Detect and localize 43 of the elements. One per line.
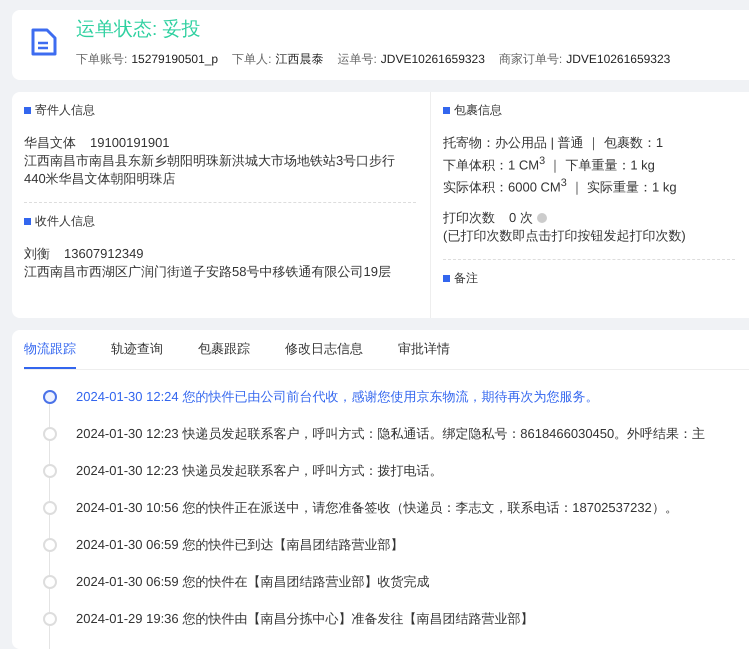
- waybill-status: 运单状态: 妥投: [76, 18, 202, 42]
- contact-phone: 19100191901: [90, 135, 170, 150]
- field-value: JDVE10261659323: [566, 52, 670, 66]
- section-title: 收件人信息: [35, 213, 95, 230]
- tab[interactable]: 物流跟踪: [24, 330, 76, 369]
- tracking-event: 2024-01-30 06:59 您的快件在【南昌团结路营业部】收货完成: [76, 572, 430, 590]
- field-label: 下单人:: [232, 52, 272, 66]
- print-count-note: (已打印次数即点击打印按钮发起打印次数): [443, 226, 687, 245]
- section-marker-icon: [443, 107, 450, 114]
- section-title: 寄件人信息: [35, 102, 95, 119]
- tracking-event: 2024-01-30 12:23 快递员发起联系客户，呼叫方式：隐私通话。绑定隐私号：8618466030450。外呼结果：主: [76, 424, 706, 442]
- section-title: 包裹信息: [454, 102, 502, 119]
- field-value: JDVE10261659323: [380, 52, 485, 66]
- address-text: 江西南昌市南昌县东新乡朝阳明珠新洪城大市场地铁站3号口步行440米华昌文体朝阳明珠店: [24, 152, 396, 188]
- section-marker-icon: [24, 218, 31, 225]
- field-value: 15279190501_p: [131, 52, 218, 66]
- tracking-event: 2024-01-30 06:59 您的快件已到达【南昌团结路营业部】: [76, 536, 404, 554]
- address-text: 江西南昌市西湖区广润门街道子安路58号中移铁通有限公司19层: [24, 263, 392, 281]
- section-marker-icon: [24, 107, 31, 114]
- print-count-label: 打印次数: [443, 210, 495, 225]
- help-icon[interactable]: [536, 213, 547, 224]
- tracking-event: 2024-01-30 10:56 您的快件正在派送中，请您准备签收（快递员：李志文，联系电话：18702537232）。: [76, 498, 678, 516]
- contact-phone: 13607912349: [64, 246, 144, 261]
- section-title: 备注: [454, 270, 478, 287]
- field-label: 运单号:: [337, 52, 377, 66]
- tracking-event: 2024-01-30 12:24 您的快件已由公司前台代收，感谢您使用京东物流，期待再次为您服务。: [76, 388, 598, 406]
- contact-name: 华昌文体: [24, 135, 76, 150]
- print-count-value: 0 次: [509, 210, 533, 225]
- tracking-event: 2024-01-30 12:23 快递员发起联系客户，呼叫方式：拨打电话。: [76, 462, 442, 480]
- field-label: 商家订单号:: [498, 52, 562, 66]
- tab[interactable]: 包裹跟踪: [198, 330, 250, 369]
- contact-name: 刘衡: [24, 246, 50, 261]
- field-value: 江西晨泰: [275, 52, 324, 66]
- tracking-event: 2024-01-29 19:36 您的快件由【南昌分拣中心】准备发往【南昌团结路营业部】: [76, 610, 534, 628]
- section-marker-icon: [443, 274, 450, 282]
- tab[interactable]: 轨迹查询: [111, 330, 163, 369]
- tab[interactable]: 修改日志信息: [285, 330, 363, 369]
- tab[interactable]: 审批详情: [398, 330, 450, 369]
- package-detail: 下单体积：1 CM$^{3}$ ｜ 下单重量：1 kg: [443, 154, 656, 174]
- package-detail: 实际体积：6000 CM$^{3}$ ｜ 实际重量：1 kg: [443, 176, 678, 197]
- field-label: 下单账号:: [76, 52, 128, 66]
- document-icon: [30, 27, 58, 57]
- package-detail: 托寄物：办公用品 | 普通 ｜ 包裹数：1: [443, 134, 664, 152]
